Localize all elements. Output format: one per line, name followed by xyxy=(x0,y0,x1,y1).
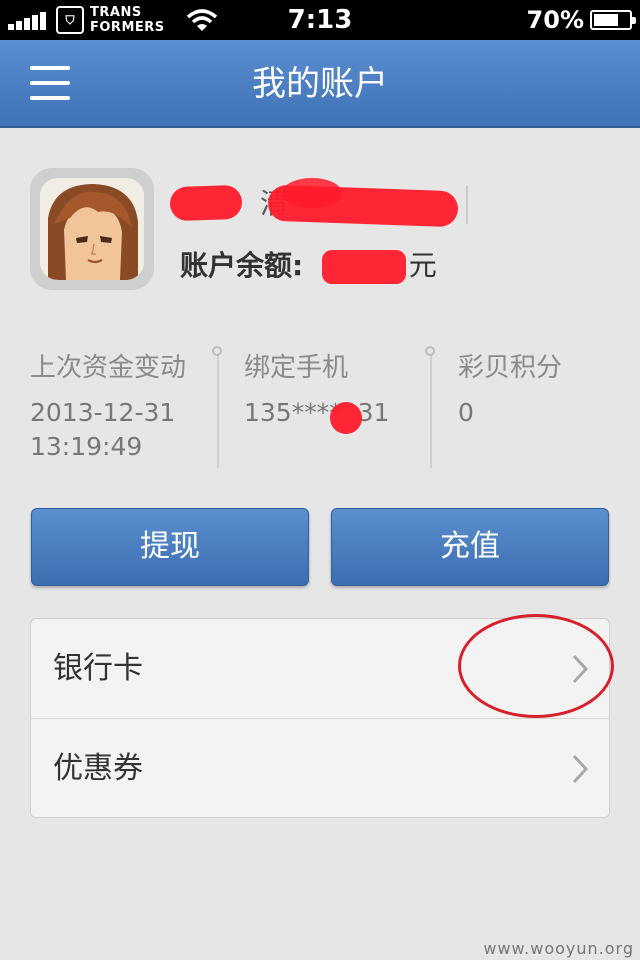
phone-value: 135**** 31 xyxy=(244,398,390,427)
status-bar: ⛉ TRANS FORMERS 7:13 70% xyxy=(0,0,640,40)
bound-phone: 绑定手机 135**** 31 xyxy=(244,348,389,430)
navigation-bar: 我的账户 xyxy=(0,40,640,128)
last-change-time: 13:19:49 xyxy=(30,432,143,461)
recharge-button[interactable]: 充值 xyxy=(331,508,609,586)
battery-percentage: 70% xyxy=(526,6,584,34)
withdraw-button[interactable]: 提现 xyxy=(31,508,309,586)
redaction-mark xyxy=(282,178,342,208)
last-fund-change: 上次资金变动 2013-12-31 13:19:49 xyxy=(30,348,186,464)
page-title: 我的账户 xyxy=(252,64,388,104)
last-change-date: 2013-12-31 xyxy=(30,398,176,427)
bank-card-label: 银行卡 xyxy=(53,651,143,686)
column-divider-dot xyxy=(425,346,435,356)
avatar xyxy=(30,168,154,290)
caibei-points: 彩贝积分 0 xyxy=(458,348,562,430)
points-label: 彩贝积分 xyxy=(458,353,563,383)
phone-label: 绑定手机 xyxy=(244,353,349,383)
coupon-label: 优惠券 xyxy=(53,751,143,786)
last-change-label: 上次资金变动 xyxy=(30,353,187,383)
column-divider-dot xyxy=(212,346,222,356)
last-change-value: 2013-12-31 13:19:49 xyxy=(30,396,186,464)
column-divider xyxy=(217,352,219,468)
watermark: www.wooyun.org xyxy=(483,939,634,958)
balance-label: 账户余额: xyxy=(180,249,304,282)
column-divider xyxy=(430,352,432,468)
points-value: 0 xyxy=(458,398,474,427)
hamburger-menu-icon[interactable] xyxy=(30,60,70,106)
balance-unit: 元 xyxy=(408,249,437,282)
text-caret xyxy=(466,186,468,224)
list-item-coupon[interactable]: 优惠券 xyxy=(31,719,611,818)
anime-avatar-image xyxy=(40,178,144,280)
chevron-right-icon xyxy=(572,754,589,784)
redaction-mark xyxy=(169,184,243,222)
redaction-mark xyxy=(330,402,362,434)
annotation-circle xyxy=(458,614,614,718)
redaction-mark xyxy=(322,250,406,284)
battery-icon xyxy=(590,10,636,30)
